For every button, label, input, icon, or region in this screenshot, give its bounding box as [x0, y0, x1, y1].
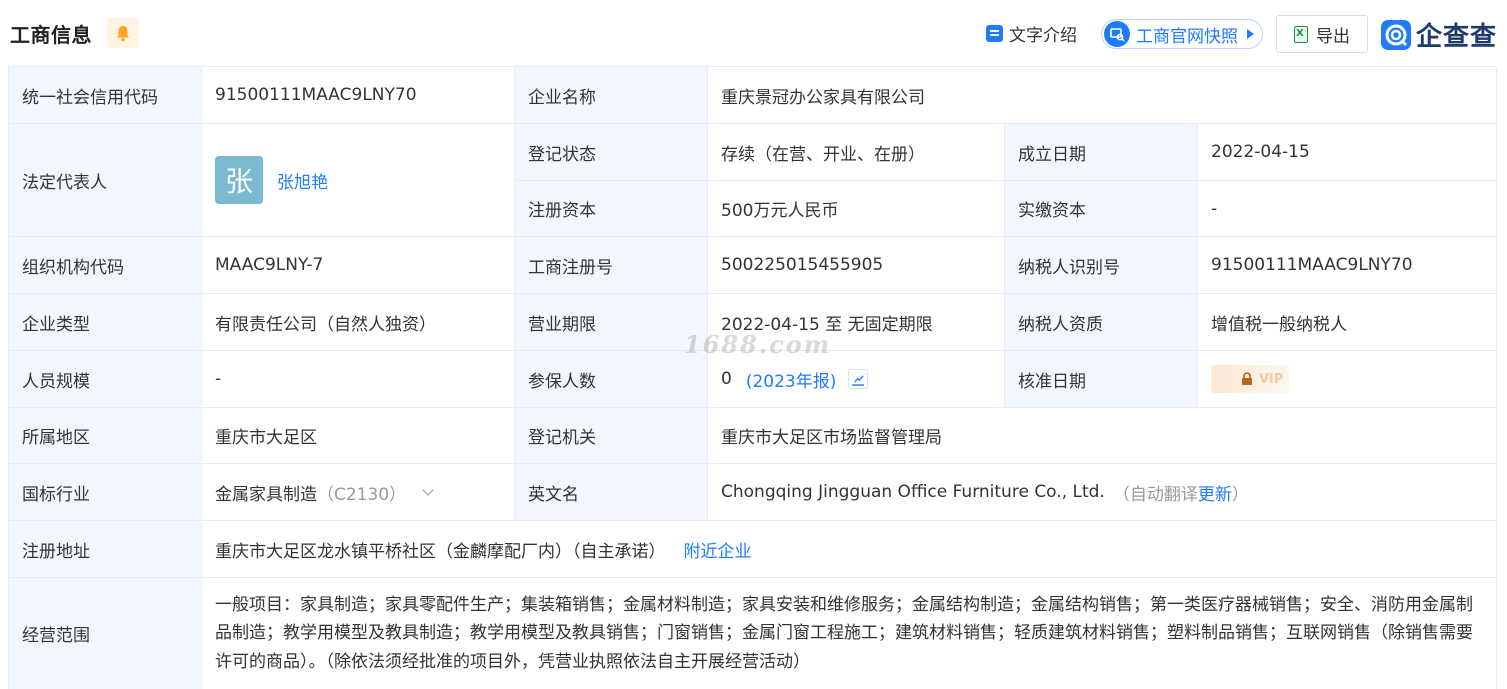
auto-translate-note-end: ）	[1231, 484, 1249, 505]
arrow-right-icon	[1247, 29, 1254, 39]
value-founded: 2022-04-15	[1198, 124, 1497, 181]
value-reg-status: 存续（在营、开业、在册）	[708, 124, 1005, 181]
lock-icon	[1242, 372, 1252, 385]
logo-mark-icon	[1381, 19, 1411, 50]
label-taxpayer-qual: 纳税人资质	[1005, 294, 1198, 351]
section-header: 工商信息 文字介绍 工商官网快照 导出 企查查	[0, 0, 1507, 66]
label-biz-reg-no: 工商注册号	[515, 237, 708, 294]
chart-trend-icon[interactable]	[848, 369, 869, 389]
label-staff-size: 人员规模	[9, 351, 202, 408]
logo-text: 企查查	[1416, 22, 1498, 52]
value-reg-capital: 500万元人民币	[708, 181, 1005, 237]
vip-locked-badge[interactable]: VIP	[1211, 365, 1289, 393]
label-legal-rep: 法定代表人	[9, 124, 202, 237]
value-biz-term: 2022-04-15 至 无固定期限	[708, 294, 1005, 351]
text-intro-button[interactable]: 文字介绍	[986, 20, 1077, 46]
value-taxpayer-qual: 增值税一般纳税人	[1198, 294, 1497, 351]
excel-icon	[1294, 25, 1308, 43]
value-credit-code[interactable]: 91500111MAAC9LNY70	[202, 67, 515, 124]
chevron-down-icon[interactable]	[422, 484, 434, 496]
legal-rep-avatar[interactable]: 张	[215, 156, 263, 204]
value-english-name: Chongqing Jingguan Office Furniture Co.,…	[708, 464, 1497, 521]
auto-translate-note: （自动翻译	[1112, 484, 1198, 505]
label-reg-status: 登记状态	[515, 124, 708, 181]
document-icon	[986, 24, 1003, 42]
label-company-type: 企业类型	[9, 294, 202, 351]
business-info-table: 统一社会信用代码 91500111MAAC9LNY70 企业名称 重庆景冠办公家…	[8, 66, 1497, 689]
export-button[interactable]: 导出	[1276, 15, 1368, 53]
value-taxpayer-id: 91500111MAAC9LNY70	[1198, 237, 1497, 294]
value-org-code: MAAC9LNY-7	[202, 237, 515, 294]
value-paid-capital: -	[1198, 181, 1497, 237]
label-paid-capital: 实缴资本	[1005, 181, 1198, 237]
value-reg-authority: 重庆市大足区市场监督管理局	[708, 408, 1497, 464]
label-org-code: 组织机构代码	[9, 237, 202, 294]
label-credit-code: 统一社会信用代码	[9, 67, 202, 124]
english-name-text: Chongqing Jingguan Office Furniture Co.,…	[721, 482, 1105, 502]
industry-name: 金属家具制造	[215, 484, 317, 505]
insured-count: 0	[721, 369, 732, 389]
value-company-name[interactable]: 重庆景冠办公家具有限公司	[708, 67, 1497, 124]
value-industry[interactable]: 金属家具制造 （C2130）	[202, 464, 515, 521]
industry-code: （C2130）	[317, 484, 407, 505]
value-insured: 0 (2023年报)	[708, 351, 1005, 408]
label-reg-address: 注册地址	[9, 521, 202, 578]
legal-rep-name-link[interactable]: 张旭艳	[277, 168, 328, 193]
label-biz-scope: 经营范围	[9, 578, 202, 689]
label-approval-date: 核准日期	[1005, 351, 1198, 408]
snapshot-icon	[1104, 21, 1130, 47]
value-reg-address: 重庆市大足区龙水镇平桥社区（金麟摩配厂内）（自主承诺） 附近企业	[202, 521, 1497, 578]
english-update-link[interactable]: 更新	[1198, 480, 1232, 505]
text-intro-label: 文字介绍	[1009, 25, 1077, 46]
label-founded: 成立日期	[1005, 124, 1198, 181]
export-label: 导出	[1316, 26, 1350, 47]
official-snapshot-button[interactable]: 工商官网快照	[1101, 19, 1263, 49]
label-company-name: 企业名称	[515, 67, 708, 124]
label-industry: 国标行业	[9, 464, 202, 521]
value-region: 重庆市大足区	[202, 408, 515, 464]
value-biz-reg-no: 500225015455905	[708, 237, 1005, 294]
label-english-name: 英文名	[515, 464, 708, 521]
label-taxpayer-id: 纳税人识别号	[1005, 237, 1198, 294]
nearby-companies-link[interactable]: 附近企业	[684, 537, 752, 562]
snapshot-label: 工商官网快照	[1136, 26, 1238, 47]
value-legal-rep: 张 张旭艳	[202, 124, 515, 237]
label-biz-term: 营业期限	[515, 294, 708, 351]
reg-address-text: 重庆市大足区龙水镇平桥社区（金麟摩配厂内）（自主承诺）	[215, 541, 666, 562]
vip-label: VIP	[1259, 371, 1284, 387]
qcc-logo: 企查查	[1381, 16, 1497, 53]
value-staff-size: -	[202, 351, 515, 408]
label-region: 所属地区	[9, 408, 202, 464]
insured-year-link[interactable]: (2023年报)	[746, 367, 837, 392]
value-approval-date: VIP	[1198, 351, 1497, 408]
bell-icon[interactable]	[107, 18, 139, 48]
label-insured: 参保人数	[515, 351, 708, 408]
section-title: 工商信息	[10, 23, 92, 47]
value-biz-scope: 一般项目：家具制造；家具零配件生产；集装箱销售；金属材料制造；家具安装和维修服务…	[202, 578, 1497, 689]
label-reg-authority: 登记机关	[515, 408, 708, 464]
label-reg-capital: 注册资本	[515, 181, 708, 237]
value-company-type: 有限责任公司（自然人独资）	[202, 294, 515, 351]
